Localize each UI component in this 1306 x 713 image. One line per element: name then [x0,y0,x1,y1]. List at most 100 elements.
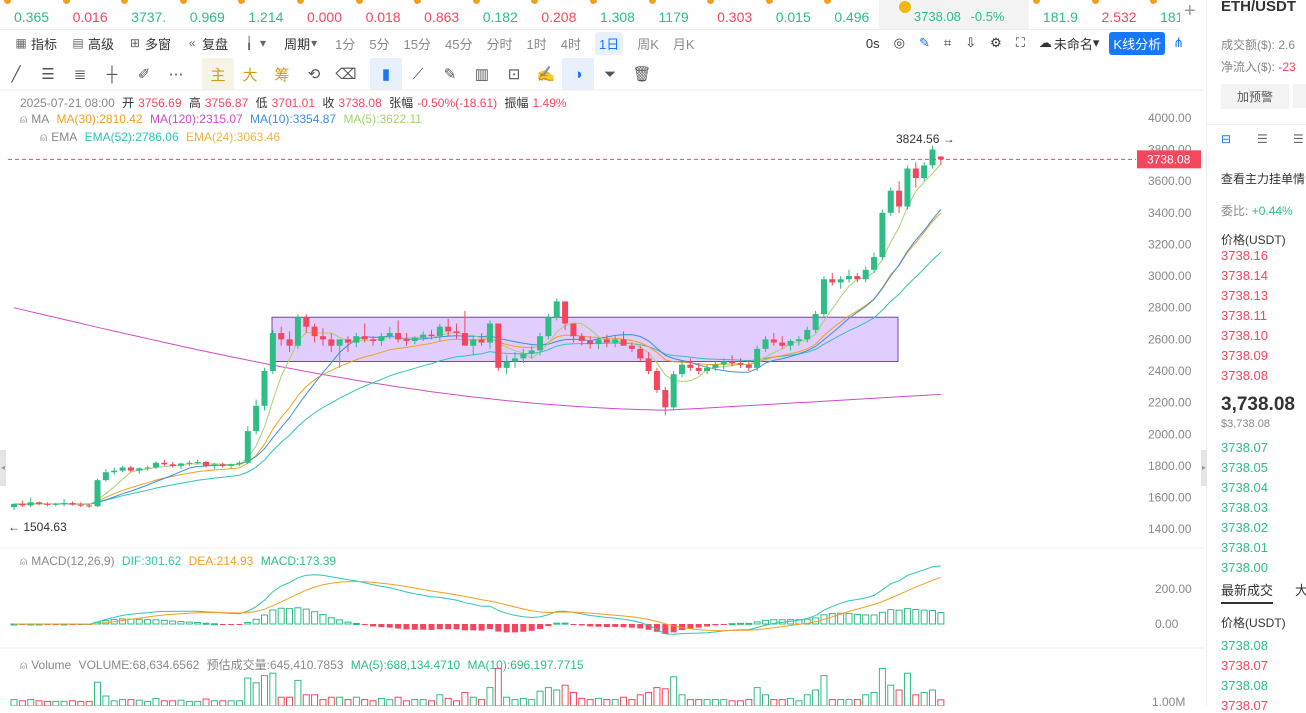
candle-body [19,503,26,506]
volume-bar [628,699,636,706]
macd-bar [470,624,477,631]
order-row[interactable]: 3738.00 [1221,560,1268,575]
volume-bar [528,699,536,706]
high-marker: 3824.56 → [896,132,955,146]
y-tick-label: 1600.00 [1148,491,1192,505]
candle-body [127,467,134,471]
divider [1207,124,1306,125]
macd-bar [695,624,702,628]
candle-body [787,340,794,346]
candle-body [495,323,502,368]
candle-body [286,339,293,346]
macd-bar [528,624,535,631]
ratio-row: 委比: +0.44% [1221,204,1293,218]
candle-body [587,340,594,345]
order-row[interactable]: 3738.01 [1221,540,1268,555]
price-header: 价格(USDT) [1221,233,1286,247]
order-row[interactable]: 3738.07 [1221,440,1268,455]
candle-body [144,467,151,469]
volume-bar [586,699,594,706]
volume-bar [219,700,227,706]
volume-bar [903,672,911,706]
candle-body [428,334,435,337]
macd-bar [378,624,385,628]
volume-bar [603,699,611,706]
macd-bar [745,622,753,625]
macd-bar [503,624,510,633]
right-panel: ETH/USDT 成交额($): 2.6 净流入($): -23 加预警 ⊟ ☰… [1206,0,1306,713]
candle-body [44,503,51,505]
tab-large-trades[interactable]: 大 [1295,580,1306,599]
volume-bar [210,700,218,706]
macd-bar [512,624,518,633]
candle-body [679,364,685,375]
volume-bar [670,676,678,706]
volume-bar [85,700,93,706]
book-bid-icon[interactable]: ☰ [1257,132,1268,146]
macd-bar [420,624,427,630]
view-orders-link[interactable]: 查看主力挂单情 [1221,170,1305,187]
current-price-tag: 3738.08 [1147,152,1191,166]
candle-body [762,339,769,349]
macd-bar [135,618,143,625]
volume-bar [828,699,836,706]
order-row[interactable]: 3738.11 [1221,308,1267,323]
order-row[interactable]: 3738.10 [1221,328,1268,343]
y-tick-label: 1800.00 [1148,459,1192,473]
candle-body [595,339,602,345]
volume-bar [311,694,319,706]
order-row[interactable]: 3738.16 [1221,248,1268,263]
alert-button[interactable]: 加预警 [1221,84,1290,109]
order-row[interactable]: 3738.05 [1221,460,1268,475]
macd-bar [294,607,302,625]
order-row[interactable]: 3738.13 [1221,288,1268,303]
candle-body [879,212,886,258]
order-row[interactable]: 3738.02 [1221,520,1268,535]
price-chart[interactable]: 4000.003800.003600.003400.003200.003000.… [0,0,1204,706]
volume-bar [853,699,861,706]
macd-bar [887,609,895,625]
macd-bar [587,624,594,627]
volume-bar [536,690,544,706]
volume-bar [252,682,260,706]
order-row[interactable]: 3738.14 [1221,268,1268,283]
candle-body [537,336,544,351]
collapse-handle[interactable]: ▸ [1201,450,1207,486]
candle-body [770,339,777,343]
candle-body [94,480,101,507]
candle-body [545,317,552,337]
macd-bar [352,623,360,626]
volume-bar [202,698,210,706]
candle-body [520,353,527,359]
extra-button[interactable] [1293,84,1306,108]
tab-latest-trades[interactable]: 最新成交 [1221,580,1274,604]
candle-body [854,276,861,280]
macd-bar [144,619,152,625]
candle-body [929,149,936,166]
book-both-icon[interactable]: ⊟ [1221,132,1231,146]
book-ask-icon[interactable]: ☰ [1293,132,1304,146]
order-row[interactable]: 3738.09 [1221,348,1268,363]
volume-bar [110,700,118,706]
macd-bar [252,618,260,625]
macd-bar [628,624,635,628]
collapse-handle-left[interactable]: ◂ [0,450,6,486]
macd-bar [495,624,502,632]
volume-bar [194,700,202,706]
volume-bar [419,699,427,706]
volume-bar [787,697,795,706]
candle-body [645,358,652,371]
volume-bar [302,694,310,706]
volume-bar [544,687,552,706]
candle-body [453,331,460,334]
macd-bar [870,614,878,625]
volume-bar [52,700,60,706]
candle-body [820,279,827,315]
candle-body [553,301,560,318]
order-row[interactable]: 3738.03 [1221,500,1268,515]
macd-bar [878,611,886,625]
order-row[interactable]: 3738.08 [1221,368,1268,383]
volume-bar [503,696,511,706]
volume-bar [336,696,344,706]
order-row[interactable]: 3738.04 [1221,480,1268,495]
